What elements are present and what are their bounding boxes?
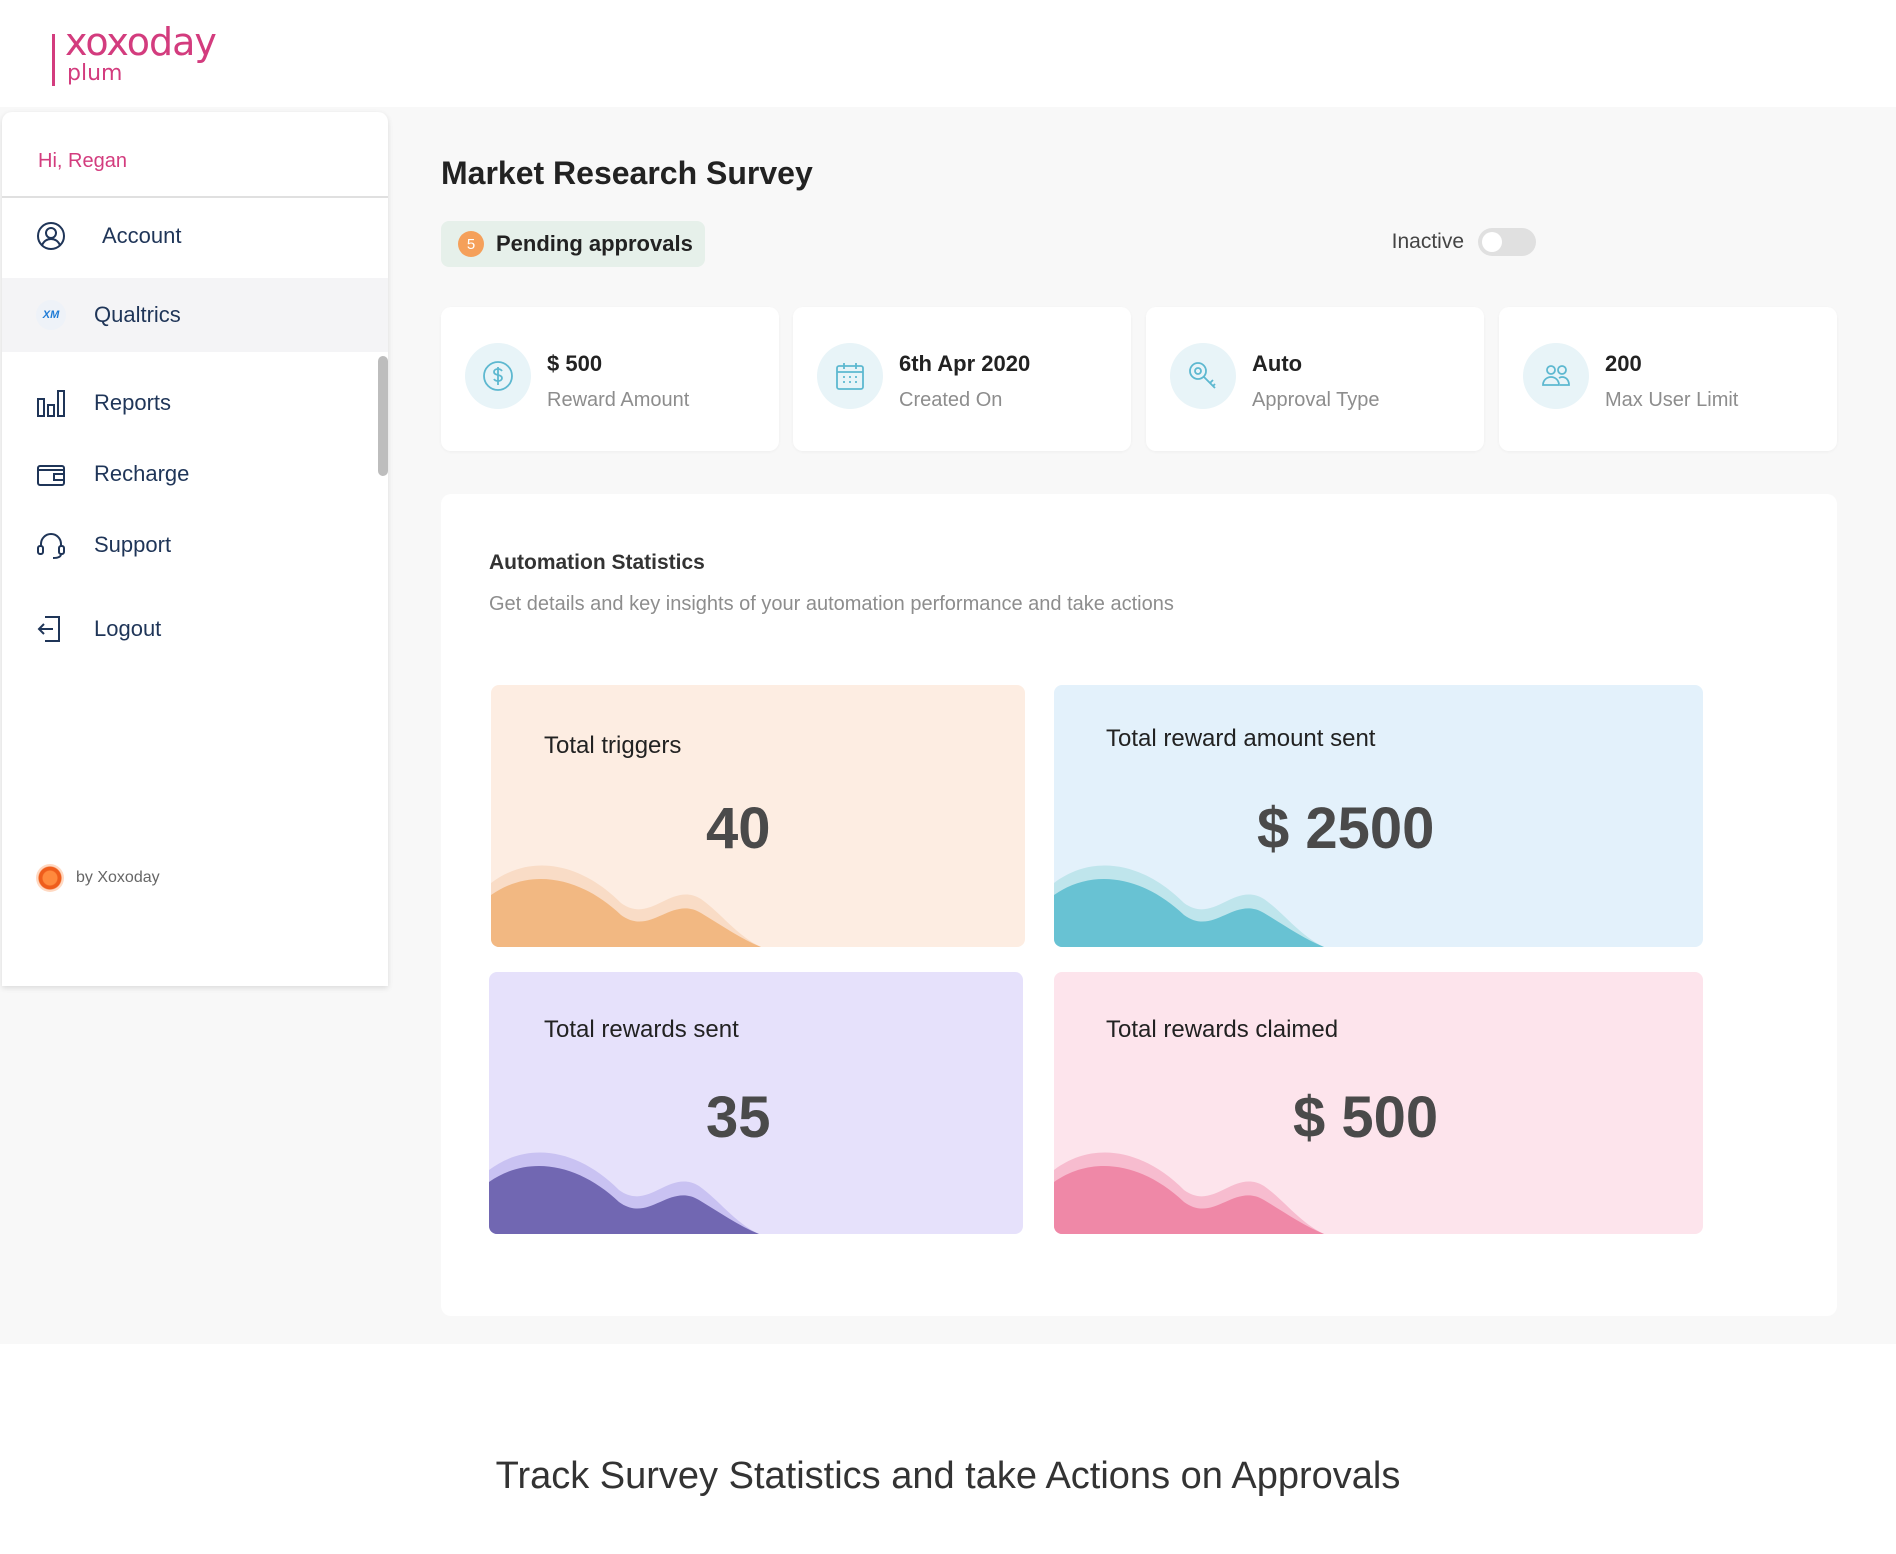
info-value: Auto [1252,351,1303,376]
info-label: Created On [899,389,1003,411]
sidebar-item-label: Reports [94,390,172,415]
sidebar-item-qualtrics[interactable]: XM Qualtrics [2,278,388,352]
key-icon [1170,343,1236,409]
sidebar-scrollbar[interactable] [378,356,388,476]
page-title: Market Research Survey [441,155,813,191]
stat-value: 40 [706,796,771,861]
wallet-icon [34,457,68,491]
stat-title: Total reward amount sent [1106,725,1376,752]
sidebar-item-reports[interactable]: Reports [2,366,388,440]
status-control: Inactive [1392,228,1536,256]
brand-logo[interactable]: xoxoday plum [52,20,217,86]
top-bar: xoxoday plum [0,0,1896,107]
stats-title: Automation Statistics [489,551,705,574]
info-label: Max User Limit [1605,389,1739,411]
headset-icon [34,528,68,562]
decorative-wave [489,1152,759,1234]
bar-chart-icon [34,386,68,420]
stat-card-total-rewards-sent: Total rewards sent 35 [489,972,1023,1234]
feature-caption: Track Survey Statistics and take Actions… [495,1455,1401,1497]
sidebar-item-label: Recharge [94,461,190,486]
sidebar-item-label: Account [102,223,182,248]
stat-value: $ 500 [1293,1085,1439,1150]
logo-name-top: xoxoday [65,20,217,64]
sidebar-item-recharge[interactable]: Recharge [2,437,388,511]
xm-icon: XM [34,298,68,332]
powered-by-text: by Xoxoday [76,869,160,886]
stat-title: Total rewards claimed [1106,1016,1339,1043]
sidebar: Hi, Regan Account XM Qualtrics Reports R… [2,112,388,986]
stat-value: $ 2500 [1257,796,1435,861]
decorative-wave [491,865,761,947]
info-value: 6th Apr 2020 [899,351,1031,376]
sidebar-item-label: Qualtrics [94,302,181,327]
user-circle-icon [34,219,68,253]
pending-approvals-label: Pending approvals [496,231,693,256]
stat-value: 35 [706,1085,771,1150]
user-greeting: Hi, Regan [38,150,127,172]
pending-count-badge: 5 [458,231,484,257]
sidebar-item-support[interactable]: Support [2,508,388,582]
xoxoday-badge-icon [36,864,64,892]
sidebar-item-logout[interactable]: Logout [2,592,388,666]
info-value: $ 500 [547,351,603,376]
stat-card-total-rewards-claimed: Total rewards claimed $ 500 [1054,972,1703,1234]
toggle-knob [1482,232,1502,252]
stat-card-total-triggers: Total triggers 40 [491,685,1025,947]
info-label: Approval Type [1252,389,1380,411]
decorative-wave [1054,865,1324,947]
sidebar-item-label: Logout [94,616,162,641]
stats-subtitle: Get details and key insights of your aut… [489,593,1174,615]
sidebar-item-label: Support [94,532,172,557]
info-card-max-user-limit: 200 Max User Limit [1499,307,1837,451]
decorative-wave [1054,1152,1324,1234]
stat-card-total-reward-amount-sent: Total reward amount sent $ 2500 [1054,685,1703,947]
info-card-approval-type: Auto Approval Type [1146,307,1484,451]
status-toggle[interactable] [1478,228,1536,256]
sidebar-item-account[interactable]: Account [2,199,388,273]
info-card-reward-amount: $ 500 Reward Amount [441,307,779,451]
powered-by: by Xoxoday [36,864,160,892]
logout-icon [34,612,68,646]
dollar-icon [465,343,531,409]
sidebar-divider [2,196,388,198]
logo-name-bottom: plum [67,61,123,86]
status-label: Inactive [1391,230,1464,253]
info-value: 200 [1605,351,1642,376]
automation-statistics-panel: Automation Statistics Get details and ke… [441,494,1837,1316]
xm-badge: XM [36,300,66,330]
pending-approvals-button[interactable]: 5 Pending approvals [441,221,705,267]
logo-bar [52,34,55,86]
users-icon [1523,343,1589,409]
info-label: Reward Amount [547,389,690,411]
stat-title: Total triggers [544,732,682,759]
stat-title: Total rewards sent [544,1016,739,1043]
info-card-created-on: 6th Apr 2020 Created On [793,307,1131,451]
calendar-icon [817,343,883,409]
